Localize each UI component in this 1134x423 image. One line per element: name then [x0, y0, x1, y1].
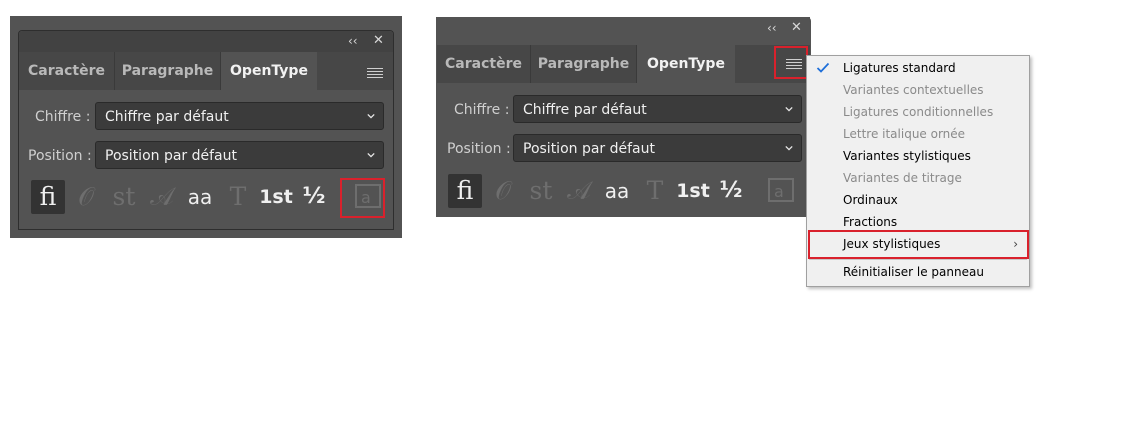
- stylistic-sets-icon: a: [768, 178, 794, 202]
- menu-item-variantes-contextuelles: Variantes contextuelles: [843, 83, 984, 97]
- chiffre-value: Chiffre par défaut: [523, 102, 647, 118]
- panel-menu-icon[interactable]: [367, 68, 383, 78]
- position-label: Position :: [447, 141, 511, 157]
- menu-item-variantes-de-titrage: Variantes de titrage: [843, 171, 962, 185]
- position-value: Position par défaut: [523, 141, 656, 157]
- discretionary-ligatures-button[interactable]: st: [524, 174, 558, 208]
- chevron-down-icon: [367, 113, 375, 119]
- chevron-down-icon: [785, 106, 793, 112]
- tab-paragraphe[interactable]: Paragraphe: [115, 52, 221, 90]
- stylistic-sets-button[interactable]: a: [764, 174, 798, 208]
- highlight-panel-menu: [774, 46, 808, 79]
- menu-item-variantes-stylistiques[interactable]: Variantes stylistiques: [808, 145, 1028, 167]
- chevron-down-icon: [785, 145, 793, 151]
- titling-alternates-button[interactable]: T: [221, 180, 255, 214]
- ordinals-button[interactable]: 1st: [676, 174, 710, 208]
- swash-button[interactable]: 𝒜: [562, 174, 596, 208]
- stylistic-alternates-glyph: aa: [604, 179, 630, 203]
- position-value: Position par défaut: [105, 148, 238, 164]
- ordinals-button[interactable]: 1st: [259, 180, 293, 214]
- contextual-alternates-button[interactable]: 𝒪: [486, 174, 520, 208]
- menu-item-ligatures-conditionnelles: Ligatures conditionnelles: [843, 105, 994, 119]
- tab-caractere[interactable]: Caractère: [437, 45, 531, 83]
- close-icon[interactable]: ✕: [791, 20, 802, 36]
- menu-item-reinitialiser-panneau[interactable]: Réinitialiser le panneau: [808, 261, 1028, 283]
- menu-item-ligatures-standard[interactable]: Ligatures standard: [808, 57, 1028, 79]
- collapse-icon[interactable]: ‹‹: [348, 33, 358, 49]
- opentype-panel-right: ‹‹ ✕ Caractère Paragraphe OpenType Chiff…: [436, 17, 811, 217]
- collapse-icon[interactable]: ‹‹: [767, 20, 777, 36]
- stylistic-sets-glyph: a: [774, 182, 784, 201]
- close-icon[interactable]: ✕: [373, 33, 384, 49]
- ligatures-standard-button[interactable]: fi: [448, 174, 482, 208]
- tab-bar: Caractère Paragraphe OpenType: [437, 45, 810, 83]
- stylistic-alternates-glyph: aa: [187, 185, 213, 209]
- titling-alternates-button[interactable]: T: [638, 174, 672, 208]
- opentype-glyph-buttons: fi 𝒪 st 𝒜 aa T 1st ½ a: [448, 174, 803, 210]
- chiffre-label: Chiffre :: [454, 102, 510, 118]
- fractions-button[interactable]: ½: [714, 174, 748, 208]
- opentype-glyph-buttons: fi 𝒪 st 𝒜 aa T 1st ½ a: [31, 180, 386, 216]
- position-select[interactable]: Position par défaut: [513, 134, 802, 162]
- tab-paragraphe[interactable]: Paragraphe: [531, 45, 637, 83]
- stylistic-alternates-button[interactable]: aa: [600, 174, 634, 208]
- highlight-jeux-stylistiques: [808, 230, 1029, 259]
- fractions-button[interactable]: ½: [297, 180, 331, 214]
- menu-item-lettre-italique-ornee: Lettre italique ornée: [843, 127, 966, 141]
- position-label: Position :: [28, 148, 92, 164]
- chiffre-select[interactable]: Chiffre par défaut: [513, 95, 802, 123]
- stylistic-alternates-button[interactable]: aa: [183, 180, 217, 214]
- menu-item-label: Ligatures standard: [843, 61, 956, 75]
- position-select[interactable]: Position par défaut: [95, 141, 384, 169]
- menu-item-ordinaux[interactable]: Ordinaux: [808, 189, 1028, 211]
- tab-bar: Caractère Paragraphe OpenType: [19, 52, 393, 90]
- contextual-alternates-button[interactable]: 𝒪: [69, 180, 103, 214]
- swash-button[interactable]: 𝒜: [145, 180, 179, 214]
- ligatures-standard-button[interactable]: fi: [31, 180, 65, 214]
- chiffre-label: Chiffre :: [35, 109, 91, 125]
- checkmark-icon: [816, 62, 830, 73]
- highlight-stylistic-sets: [340, 178, 385, 218]
- tab-caractere[interactable]: Caractère: [19, 52, 115, 90]
- chiffre-select[interactable]: Chiffre par défaut: [95, 102, 384, 130]
- menu-separator: [809, 259, 1027, 260]
- panel-titlebar: ‹‹ ✕: [19, 31, 393, 52]
- chevron-down-icon: [367, 152, 375, 158]
- tab-opentype[interactable]: OpenType: [221, 52, 317, 90]
- discretionary-ligatures-button[interactable]: st: [107, 180, 141, 214]
- tab-opentype[interactable]: OpenType: [637, 45, 735, 83]
- chiffre-value: Chiffre par défaut: [105, 109, 229, 125]
- opentype-panel-left: ‹‹ ✕ Caractère Paragraphe OpenType Chiff…: [18, 30, 394, 230]
- panel-titlebar: ‹‹ ✕: [437, 18, 810, 39]
